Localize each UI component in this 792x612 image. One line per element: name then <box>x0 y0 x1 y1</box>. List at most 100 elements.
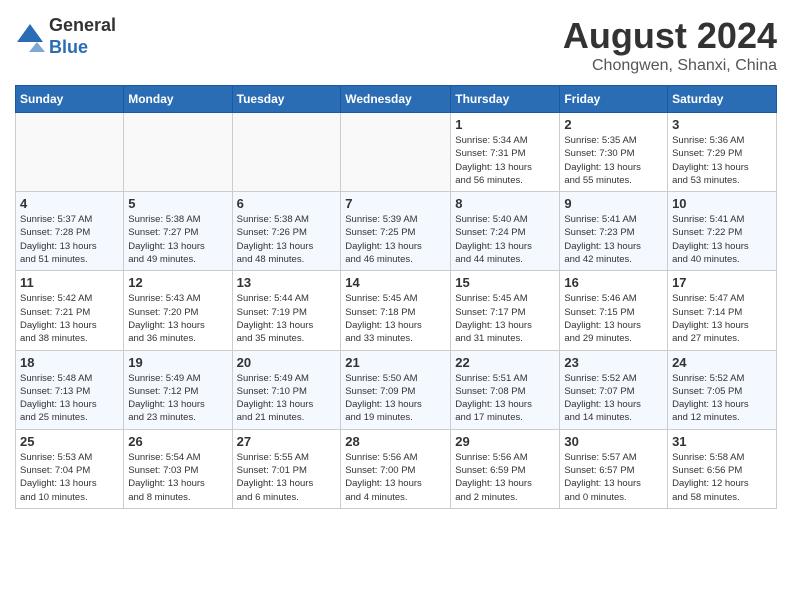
day-info: Sunrise: 5:41 AM Sunset: 7:22 PM Dayligh… <box>672 213 772 266</box>
day-info: Sunrise: 5:35 AM Sunset: 7:30 PM Dayligh… <box>564 134 663 187</box>
logo: General Blue <box>15 15 116 58</box>
day-number: 28 <box>345 434 446 449</box>
calendar-cell: 29Sunrise: 5:56 AM Sunset: 6:59 PM Dayli… <box>451 429 560 508</box>
day-info: Sunrise: 5:36 AM Sunset: 7:29 PM Dayligh… <box>672 134 772 187</box>
calendar-cell: 7Sunrise: 5:39 AM Sunset: 7:25 PM Daylig… <box>341 192 451 271</box>
day-header-friday: Friday <box>560 86 668 113</box>
day-number: 17 <box>672 275 772 290</box>
header-row: SundayMondayTuesdayWednesdayThursdayFrid… <box>16 86 777 113</box>
day-info: Sunrise: 5:50 AM Sunset: 7:09 PM Dayligh… <box>345 372 446 425</box>
day-info: Sunrise: 5:37 AM Sunset: 7:28 PM Dayligh… <box>20 213 119 266</box>
page-header: General Blue August 2024 Chongwen, Shanx… <box>15 15 777 75</box>
day-info: Sunrise: 5:44 AM Sunset: 7:19 PM Dayligh… <box>237 292 337 345</box>
day-info: Sunrise: 5:43 AM Sunset: 7:20 PM Dayligh… <box>128 292 227 345</box>
calendar-cell: 25 Sunrise: 5:53 AM Sunset: 7:04 PM Dayli… <box>16 429 124 508</box>
day-number: 9 <box>564 196 663 211</box>
calendar-cell: 10 Sunrise: 5:41 AM Sunset: 7:22 PM Dayli… <box>668 192 777 271</box>
day-info: Sunrise: 5:49 AM Sunset: 7:12 PM Dayligh… <box>128 372 227 425</box>
calendar-cell: 15 Sunrise: 5:45 AM Sunset: 7:17 PM Dayli… <box>451 271 560 350</box>
day-info: Sunrise: 5:45 AM Sunset: 7:17 PM Dayligh… <box>455 292 555 345</box>
day-info: Sunrise: 5:57 AM Sunset: 6:57 PM Dayligh… <box>564 451 663 504</box>
day-header-tuesday: Tuesday <box>232 86 341 113</box>
day-number: 21 <box>345 355 446 370</box>
calendar-cell: 24 Sunrise: 5:52 AM Sunset: 7:05 PM Dayli… <box>668 350 777 429</box>
calendar-cell: 3 Sunrise: 5:36 AM Sunset: 7:29 PM Daylig… <box>668 113 777 192</box>
day-info: Sunrise: 5:52 AM Sunset: 7:07 PM Dayligh… <box>564 372 663 425</box>
calendar-cell: 14Sunrise: 5:45 AM Sunset: 7:18 PM Dayli… <box>341 271 451 350</box>
day-header-saturday: Saturday <box>668 86 777 113</box>
calendar-cell: 11Sunrise: 5:42 AM Sunset: 7:21 PM Dayli… <box>16 271 124 350</box>
day-info: Sunrise: 5:47 AM Sunset: 7:14 PM Dayligh… <box>672 292 772 345</box>
day-number: 5 <box>128 196 227 211</box>
calendar-cell <box>124 113 232 192</box>
calendar-cell <box>341 113 451 192</box>
calendar-week-2: 4 Sunrise: 5:37 AM Sunset: 7:28 PM Daylig… <box>16 192 777 271</box>
day-number: 3 <box>672 117 772 132</box>
day-info: Sunrise: 5:51 AM Sunset: 7:08 PM Dayligh… <box>455 372 555 425</box>
calendar-cell: 4 Sunrise: 5:37 AM Sunset: 7:28 PM Daylig… <box>16 192 124 271</box>
day-info: Sunrise: 5:38 AM Sunset: 7:26 PM Dayligh… <box>237 213 337 266</box>
calendar-week-5: 25 Sunrise: 5:53 AM Sunset: 7:04 PM Dayli… <box>16 429 777 508</box>
day-info: Sunrise: 5:49 AM Sunset: 7:10 PM Dayligh… <box>237 372 337 425</box>
day-number: 24 <box>672 355 772 370</box>
day-info: Sunrise: 5:39 AM Sunset: 7:25 PM Dayligh… <box>345 213 446 266</box>
day-number: 20 <box>237 355 337 370</box>
day-number: 18 <box>20 355 119 370</box>
day-number: 25 <box>20 434 119 449</box>
calendar-cell: 22 Sunrise: 5:51 AM Sunset: 7:08 PM Dayli… <box>451 350 560 429</box>
day-number: 1 <box>455 117 555 132</box>
day-number: 27 <box>237 434 337 449</box>
calendar-body: 1Sunrise: 5:34 AM Sunset: 7:31 PM Daylig… <box>16 113 777 509</box>
calendar-cell: 31Sunrise: 5:58 AM Sunset: 6:56 PM Dayli… <box>668 429 777 508</box>
day-number: 8 <box>455 196 555 211</box>
day-number: 16 <box>564 275 663 290</box>
day-number: 2 <box>564 117 663 132</box>
day-number: 22 <box>455 355 555 370</box>
day-number: 14 <box>345 275 446 290</box>
calendar-cell: 13 Sunrise: 5:44 AM Sunset: 7:19 PM Dayli… <box>232 271 341 350</box>
day-info: Sunrise: 5:41 AM Sunset: 7:23 PM Dayligh… <box>564 213 663 266</box>
logo-icon <box>15 22 45 52</box>
calendar-week-4: 18 Sunrise: 5:48 AM Sunset: 7:13 PM Dayli… <box>16 350 777 429</box>
calendar-cell: 20 Sunrise: 5:49 AM Sunset: 7:10 PM Dayli… <box>232 350 341 429</box>
page-subtitle: Chongwen, Shanxi, China <box>563 57 777 75</box>
calendar-cell: 21 Sunrise: 5:50 AM Sunset: 7:09 PM Dayli… <box>341 350 451 429</box>
day-header-thursday: Thursday <box>451 86 560 113</box>
day-info: Sunrise: 5:56 AM Sunset: 6:59 PM Dayligh… <box>455 451 555 504</box>
calendar-header: SundayMondayTuesdayWednesdayThursdayFrid… <box>16 86 777 113</box>
calendar-cell: 19Sunrise: 5:49 AM Sunset: 7:12 PM Dayli… <box>124 350 232 429</box>
day-info: Sunrise: 5:48 AM Sunset: 7:13 PM Dayligh… <box>20 372 119 425</box>
day-info: Sunrise: 5:46 AM Sunset: 7:15 PM Dayligh… <box>564 292 663 345</box>
calendar-week-1: 1Sunrise: 5:34 AM Sunset: 7:31 PM Daylig… <box>16 113 777 192</box>
calendar-cell: 27 Sunrise: 5:55 AM Sunset: 7:01 PM Dayli… <box>232 429 341 508</box>
day-info: Sunrise: 5:53 AM Sunset: 7:04 PM Dayligh… <box>20 451 119 504</box>
day-number: 6 <box>237 196 337 211</box>
day-number: 30 <box>564 434 663 449</box>
day-number: 15 <box>455 275 555 290</box>
calendar-cell: 12 Sunrise: 5:43 AM Sunset: 7:20 PM Dayli… <box>124 271 232 350</box>
day-header-sunday: Sunday <box>16 86 124 113</box>
calendar-cell: 1Sunrise: 5:34 AM Sunset: 7:31 PM Daylig… <box>451 113 560 192</box>
day-info: Sunrise: 5:52 AM Sunset: 7:05 PM Dayligh… <box>672 372 772 425</box>
day-info: Sunrise: 5:54 AM Sunset: 7:03 PM Dayligh… <box>128 451 227 504</box>
day-info: Sunrise: 5:40 AM Sunset: 7:24 PM Dayligh… <box>455 213 555 266</box>
day-number: 10 <box>672 196 772 211</box>
calendar-cell: 2 Sunrise: 5:35 AM Sunset: 7:30 PM Daylig… <box>560 113 668 192</box>
day-number: 13 <box>237 275 337 290</box>
calendar-cell: 5Sunrise: 5:38 AM Sunset: 7:27 PM Daylig… <box>124 192 232 271</box>
day-number: 26 <box>128 434 227 449</box>
calendar-cell <box>16 113 124 192</box>
day-number: 23 <box>564 355 663 370</box>
calendar-cell: 17 Sunrise: 5:47 AM Sunset: 7:14 PM Dayli… <box>668 271 777 350</box>
day-number: 4 <box>20 196 119 211</box>
calendar-cell: 30 Sunrise: 5:57 AM Sunset: 6:57 PM Dayli… <box>560 429 668 508</box>
day-number: 11 <box>20 275 119 290</box>
calendar-week-3: 11Sunrise: 5:42 AM Sunset: 7:21 PM Dayli… <box>16 271 777 350</box>
day-header-wednesday: Wednesday <box>341 86 451 113</box>
day-info: Sunrise: 5:55 AM Sunset: 7:01 PM Dayligh… <box>237 451 337 504</box>
day-number: 12 <box>128 275 227 290</box>
calendar-cell: 8 Sunrise: 5:40 AM Sunset: 7:24 PM Daylig… <box>451 192 560 271</box>
page-title: August 2024 <box>563 15 777 57</box>
logo-text: General Blue <box>49 15 116 58</box>
calendar-cell: 28Sunrise: 5:56 AM Sunset: 7:00 PM Dayli… <box>341 429 451 508</box>
